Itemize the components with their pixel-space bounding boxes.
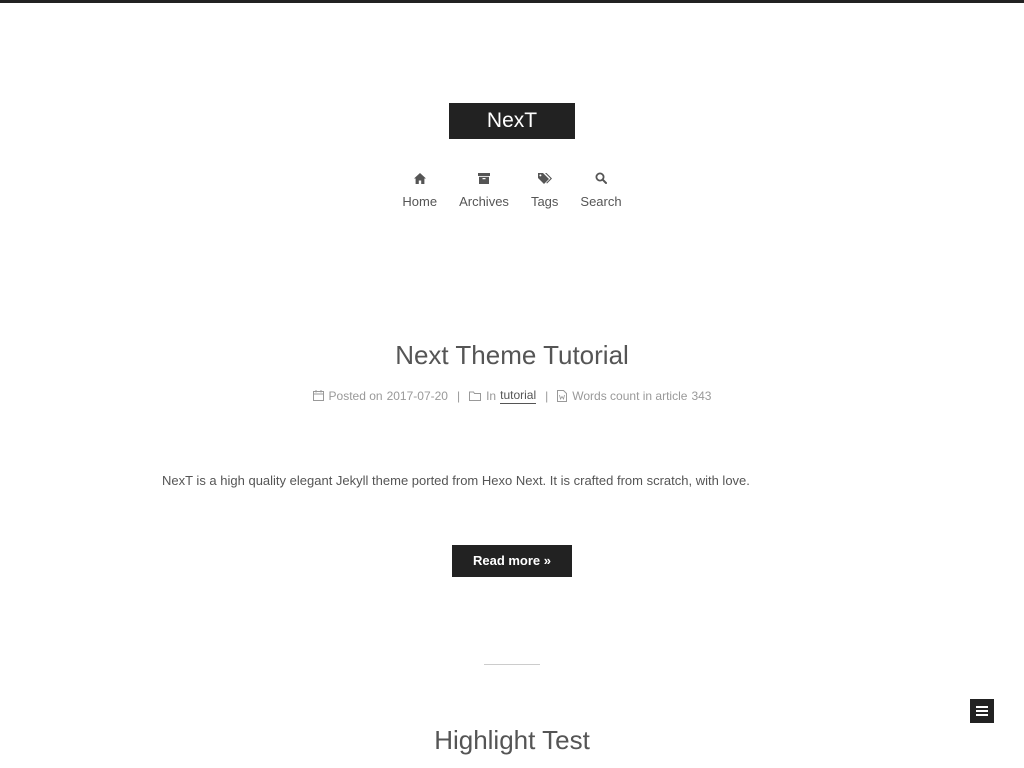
menu-item-search[interactable]: Search	[569, 168, 632, 210]
tags-icon	[537, 168, 552, 188]
menu-label-archives: Archives	[459, 194, 509, 209]
menu-item-home[interactable]: Home	[391, 168, 448, 210]
read-more-button[interactable]: Read more »	[452, 545, 572, 577]
menu-label-home: Home	[402, 194, 438, 209]
post-date: 2017-07-20	[386, 388, 448, 403]
meta-separator: |	[545, 388, 549, 403]
menu-label-tags: Tags	[530, 194, 559, 209]
archive-icon	[478, 168, 490, 188]
words-count-value: 343	[691, 388, 712, 403]
search-icon	[595, 168, 607, 188]
top-accent-bar	[0, 0, 1024, 3]
home-icon	[413, 168, 426, 188]
menu-label-search: Search	[580, 194, 622, 209]
menu-item-tags[interactable]: Tags	[520, 168, 569, 210]
calendar-icon	[312, 390, 324, 401]
posted-on-label: Posted on	[328, 388, 383, 403]
folder-icon	[469, 391, 482, 401]
post-title[interactable]: Highlight Test	[0, 725, 1024, 756]
in-label: In	[486, 388, 497, 403]
meta-separator: |	[456, 388, 461, 403]
sidebar-toggle-button[interactable]	[970, 699, 994, 723]
post-title[interactable]: Next Theme Tutorial	[0, 340, 1024, 371]
category-link[interactable]: tutorial	[500, 387, 537, 404]
site-brand[interactable]: NexT	[449, 103, 575, 139]
main-menu: Home Archives Tags Search	[0, 168, 1024, 210]
word-file-icon	[557, 389, 568, 402]
post-excerpt: NexT is a high quality elegant Jekyll th…	[162, 473, 750, 488]
menu-item-archives[interactable]: Archives	[448, 168, 520, 210]
post-meta: Posted on 2017-07-20 | In tutorial | Wor…	[0, 387, 1024, 404]
words-count-label: Words count in article	[572, 388, 688, 403]
post-divider	[484, 664, 540, 665]
